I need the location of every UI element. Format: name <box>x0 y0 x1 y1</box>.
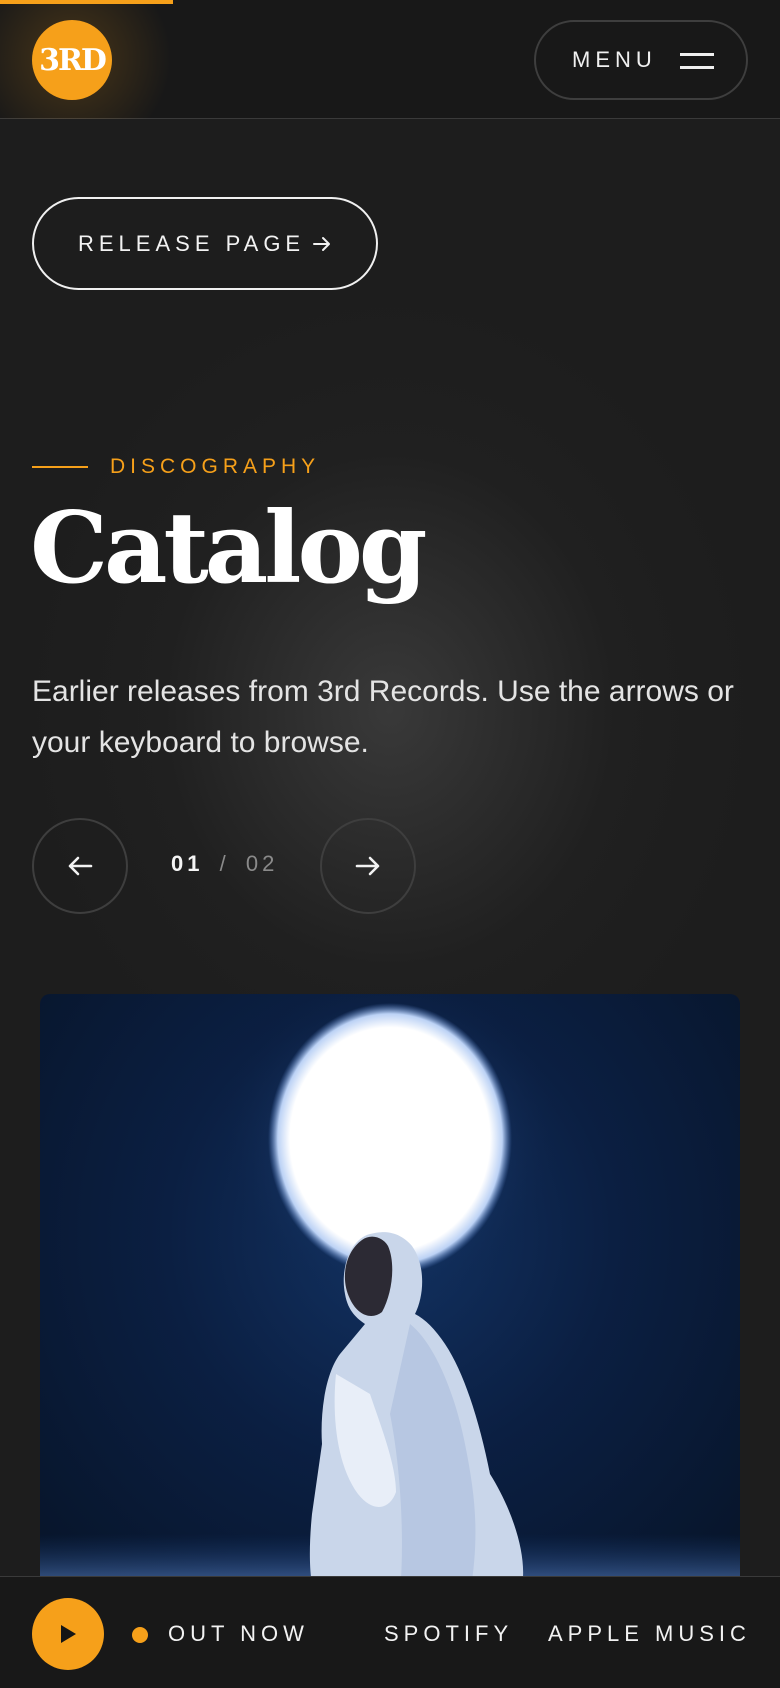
menu-button[interactable]: MENU <box>534 20 748 100</box>
audio-player-bar: OUT NOW SPOTIFY APPLE MUSIC <box>0 1576 780 1688</box>
spotify-link[interactable]: SPOTIFY <box>384 1621 513 1647</box>
pager-current: 01 <box>171 851 204 876</box>
progress-bar <box>0 0 173 4</box>
arrow-right-icon <box>355 856 380 876</box>
section-eyebrow: DISCOGRAPHY <box>32 452 320 482</box>
play-icon <box>61 1625 76 1643</box>
logo[interactable]: 3RD <box>32 20 112 100</box>
cover-artwork <box>40 994 740 1594</box>
page-title: Catalog <box>30 491 427 606</box>
out-now-label: OUT NOW <box>168 1621 309 1646</box>
eyebrow-line <box>32 466 88 468</box>
album-cover[interactable] <box>40 994 740 1594</box>
play-button[interactable] <box>32 1598 104 1670</box>
next-button[interactable] <box>320 818 416 914</box>
logo-text: 3RD <box>39 42 107 78</box>
pager-separator: / <box>219 851 230 876</box>
arrow-right-icon <box>313 237 330 251</box>
site-header: 3RD MENU <box>0 0 780 119</box>
eyebrow-text: DISCOGRAPHY <box>110 455 321 478</box>
pager-total: 02 <box>245 851 279 876</box>
section-description: Earlier releases from 3rd Records. Use t… <box>32 675 734 759</box>
pager-counter: 01 / 02 <box>171 851 278 877</box>
previous-button[interactable] <box>32 818 128 914</box>
release-page-label: RELEASE PAGE <box>78 230 306 256</box>
release-page-button[interactable]: RELEASE PAGE <box>32 197 378 290</box>
status-dot <box>132 1627 148 1643</box>
arrow-left-icon <box>68 856 93 876</box>
apple-music-link[interactable]: APPLE MUSIC <box>548 1621 751 1647</box>
hamburger-icon <box>680 51 714 71</box>
menu-label: MENU <box>572 47 657 72</box>
